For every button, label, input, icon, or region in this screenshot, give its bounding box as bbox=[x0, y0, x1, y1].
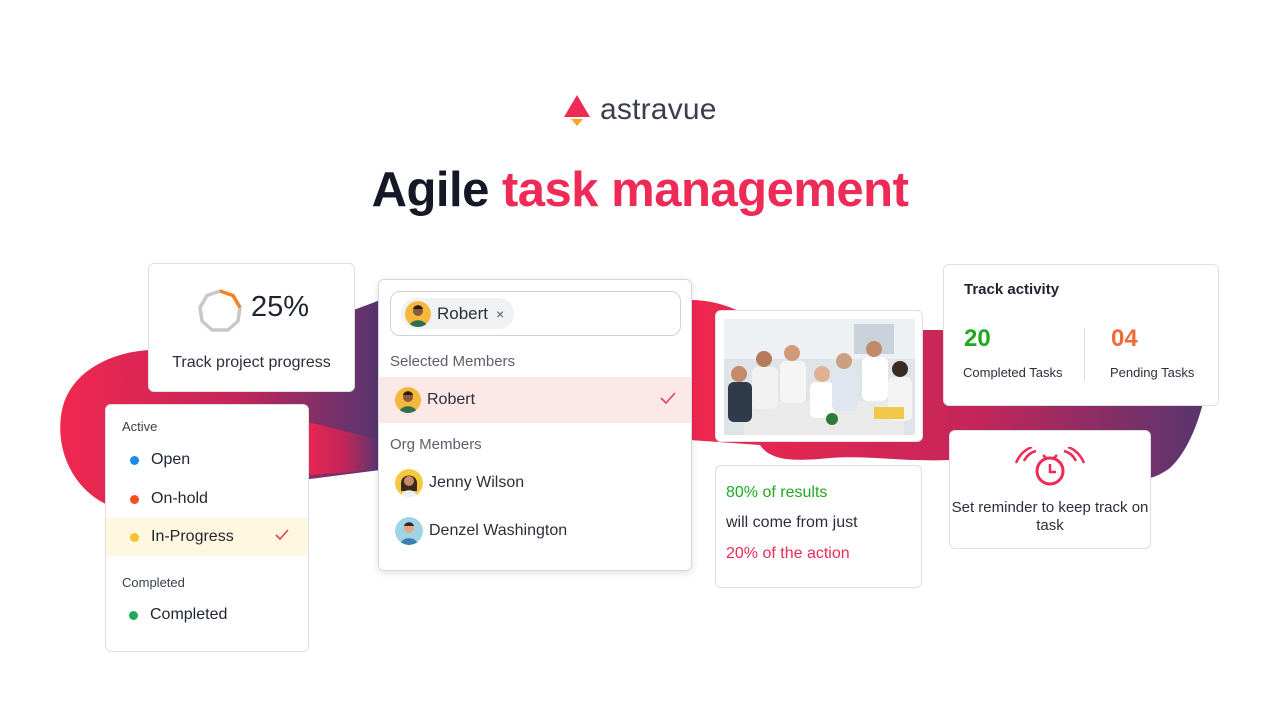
member-row-robert[interactable]: Robert bbox=[379, 377, 691, 423]
status-dot-icon bbox=[130, 455, 139, 465]
member-chip-label: Robert bbox=[437, 303, 489, 323]
page-headline: Agile task management bbox=[0, 162, 1280, 218]
checkmark-icon bbox=[275, 529, 289, 541]
headline-accent: task management bbox=[501, 163, 909, 217]
activity-divider bbox=[1084, 329, 1085, 381]
quote-card: 80% of results will come from just 20% o… bbox=[715, 465, 922, 588]
progress-ring-icon bbox=[198, 289, 242, 332]
member-chip[interactable]: Robert × bbox=[401, 298, 515, 329]
status-dot-icon bbox=[129, 610, 138, 620]
team-photo-card bbox=[715, 310, 923, 442]
status-item-in-progress[interactable]: In-Progress bbox=[106, 518, 308, 556]
status-item-label: Completed bbox=[150, 606, 228, 623]
quote-line-1: 80% of results bbox=[726, 484, 828, 501]
status-item-open[interactable]: Open bbox=[106, 441, 308, 479]
status-dropdown: Active Open On-hold In-Progress Complete… bbox=[105, 404, 309, 652]
logo-icon bbox=[564, 95, 590, 126]
quote-line-3: 20% of the action bbox=[726, 545, 850, 562]
reminder-card: Set reminder to keep track on task bbox=[949, 430, 1151, 549]
close-icon[interactable]: × bbox=[496, 306, 504, 322]
reminder-text: Set reminder to keep track on task bbox=[951, 499, 1149, 534]
quote-line-2: will come from just bbox=[726, 514, 858, 531]
brand-name: astravue bbox=[600, 93, 717, 126]
status-item-label: On-hold bbox=[151, 490, 208, 507]
selected-members-title: Selected Members bbox=[390, 353, 516, 370]
member-row-jenny-wilson[interactable]: Jenny Wilson bbox=[379, 460, 691, 506]
member-name: Jenny Wilson bbox=[429, 474, 525, 491]
team-photo bbox=[724, 319, 915, 435]
member-name: Denzel Washington bbox=[429, 522, 568, 539]
status-dot-icon bbox=[130, 494, 139, 504]
checkmark-icon bbox=[660, 392, 676, 405]
activity-card: Track activity 20 Completed Tasks 04 Pen… bbox=[943, 264, 1219, 406]
status-section-active: Active bbox=[122, 419, 158, 434]
avatar bbox=[405, 300, 431, 327]
progress-percent: 25% bbox=[251, 291, 310, 323]
avatar bbox=[395, 387, 421, 413]
progress-card: 25% Track project progress bbox=[148, 263, 355, 392]
brand-logo: astravue bbox=[562, 92, 717, 128]
completed-count: 20 bbox=[964, 325, 991, 352]
member-search-input[interactable]: Robert × bbox=[390, 291, 681, 336]
avatar bbox=[395, 517, 423, 545]
pending-count: 04 bbox=[1111, 325, 1138, 352]
org-members-title: Org Members bbox=[390, 436, 482, 453]
headline-dark: Agile bbox=[371, 163, 490, 217]
status-item-label: In-Progress bbox=[151, 528, 234, 545]
status-dot-icon bbox=[130, 532, 139, 542]
completed-label: Completed Tasks bbox=[963, 365, 1063, 380]
pending-label: Pending Tasks bbox=[1110, 365, 1195, 380]
status-item-completed[interactable]: Completed bbox=[106, 596, 308, 634]
status-section-completed: Completed bbox=[122, 575, 185, 590]
member-row-denzel-washington[interactable]: Denzel Washington bbox=[379, 508, 691, 554]
avatar bbox=[395, 469, 423, 497]
member-picker: Robert × Selected Members Robert Org Mem… bbox=[378, 279, 692, 571]
activity-title: Track activity bbox=[964, 281, 1060, 298]
alarm-clock-icon bbox=[1014, 447, 1086, 486]
status-item-label: Open bbox=[151, 451, 191, 468]
progress-caption: Track project progress bbox=[172, 354, 331, 371]
member-name: Robert bbox=[427, 391, 476, 408]
status-item-on-hold[interactable]: On-hold bbox=[106, 480, 308, 518]
